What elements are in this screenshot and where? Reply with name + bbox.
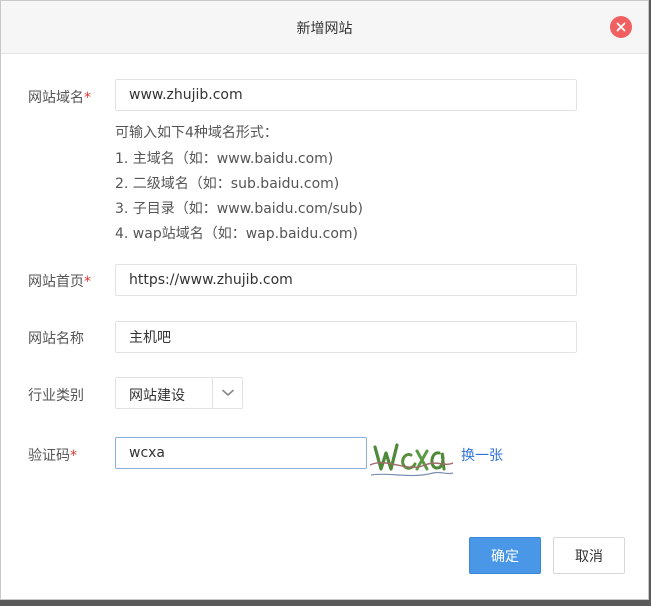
category-select[interactable]: 网站建设 — [115, 377, 243, 409]
domain-hint-intro: 可输入如下4种域名形式： — [115, 125, 278, 141]
add-website-dialog: 新增网站 网站域名* 可输入如下4种域名形式： 1. 主域名（如：www.bai… — [0, 0, 649, 600]
required-mark: * — [84, 90, 91, 106]
domain-input[interactable] — [115, 79, 577, 111]
domain-hint-item: 4. wap站域名（如：wap.baidu.com) — [115, 226, 359, 242]
domain-hint-item: 2. 二级域名（如：sub.baidu.com) — [115, 176, 340, 192]
category-label: 行业类别 — [28, 388, 84, 404]
select-divider — [212, 378, 213, 408]
confirm-button[interactable]: 确定 — [469, 537, 541, 574]
domain-hint-item: 3. 子目录（如：www.baidu.com/sub) — [115, 201, 364, 217]
domain-label: 网站域名* — [28, 87, 91, 107]
chevron-down-icon — [222, 389, 234, 396]
captcha-input[interactable] — [115, 437, 367, 469]
domain-hint-item: 1. 主域名（如：www.baidu.com) — [115, 151, 334, 167]
dialog-title: 新增网站 — [296, 21, 353, 37]
required-mark: * — [84, 274, 91, 290]
captcha-label: 验证码* — [28, 445, 77, 465]
homepage-label-text: 网站首页 — [28, 274, 84, 290]
dialog-header: 新增网站 — [1, 1, 648, 54]
captcha-label-text: 验证码 — [28, 448, 70, 464]
close-icon — [616, 22, 626, 32]
captcha-image[interactable] — [367, 435, 455, 482]
homepage-input[interactable] — [115, 264, 577, 296]
site-name-input[interactable] — [115, 321, 577, 353]
close-button[interactable] — [610, 16, 632, 38]
refresh-captcha-link[interactable]: 换一张 — [461, 445, 503, 465]
site-name-label: 网站名称 — [28, 331, 84, 347]
category-selected-value: 网站建设 — [129, 388, 185, 404]
cancel-button[interactable]: 取消 — [553, 537, 625, 574]
required-mark: * — [70, 448, 77, 464]
domain-label-text: 网站域名 — [28, 90, 84, 106]
homepage-label: 网站首页* — [28, 271, 91, 291]
